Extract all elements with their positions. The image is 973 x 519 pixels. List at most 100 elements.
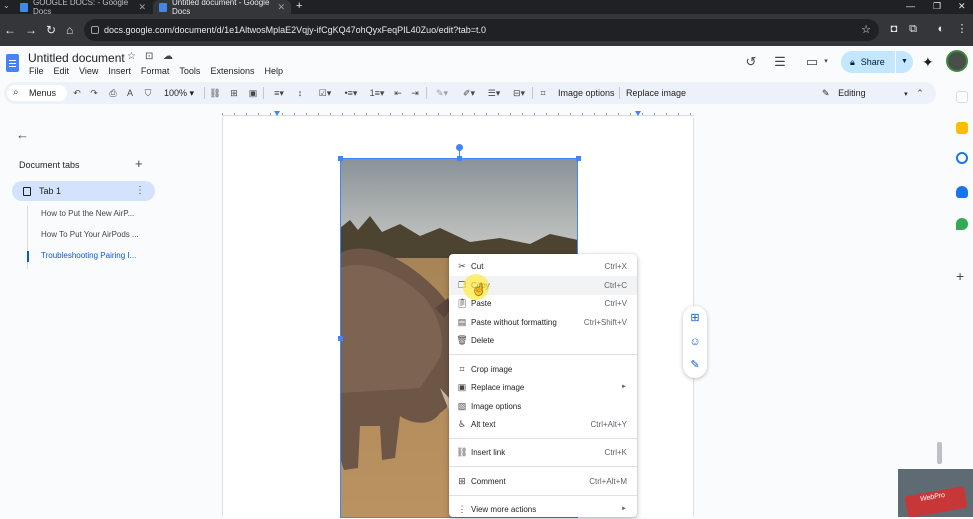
outline-item[interactable]: How To Put Your AirPods ... [41, 230, 139, 239]
menu-view[interactable]: View [78, 66, 99, 76]
browser-tab-1[interactable]: GOOGLE DOCS: - Google Docs ✕ [14, 0, 152, 16]
menu-item-image-options[interactable]: ▧ Image options [449, 397, 637, 416]
outline-item[interactable]: How to Put the New AirP... [41, 209, 134, 218]
resize-handle-nw[interactable] [338, 156, 343, 161]
resize-handle-ne[interactable] [576, 156, 581, 161]
spellcheck-icon[interactable]: A [124, 86, 136, 100]
print-icon[interactable]: ⎙ [107, 86, 119, 100]
border-dash-icon[interactable]: ⊟▾ [509, 86, 529, 100]
docs-logo-icon[interactable] [6, 54, 19, 72]
image-options-button[interactable]: Image options [558, 86, 615, 100]
bookmark-star-icon[interactable]: ☆ [861, 19, 871, 41]
paint-format-icon[interactable]: ⛉ [142, 86, 154, 100]
forward-icon[interactable]: → [25, 23, 37, 37]
browser-menu-icon[interactable]: ⋮ [955, 22, 969, 36]
gemini-sparkle-icon[interactable]: ✦ [922, 53, 934, 71]
resize-handle-w[interactable] [338, 336, 343, 341]
minimize-icon[interactable]: — [906, 0, 915, 13]
profile-icon[interactable]: ◐ [934, 22, 948, 36]
keep-icon[interactable] [956, 122, 968, 134]
get-add-ons-icon[interactable]: + [956, 268, 964, 284]
tab-item-tab-1[interactable]: Tab 1 ⋮ [12, 181, 155, 201]
menu-edit[interactable]: Edit [53, 66, 71, 76]
menu-format[interactable]: Format [140, 66, 171, 76]
add-comment-icon[interactable]: ⊞ [688, 311, 702, 325]
menu-item-delete[interactable]: 🗑︎ Delete [449, 331, 637, 350]
menu-item-paste-without-formatting[interactable]: ▤ Paste without formatting Ctrl+Shift+V [449, 313, 637, 332]
insert-link-icon[interactable]: ⛓ [209, 86, 221, 100]
tasks-icon[interactable] [956, 152, 968, 164]
move-folder-icon[interactable]: ⊡ [145, 51, 153, 62]
meet-dropdown-icon[interactable]: ▾ [817, 53, 835, 71]
ruler-tick [294, 113, 295, 115]
close-window-icon[interactable]: ✕ [958, 0, 966, 13]
share-button[interactable]: 🔒︎ Share ▼ [841, 51, 913, 73]
collapse-toolbar-icon[interactable]: ⌃ [914, 86, 926, 100]
back-icon[interactable]: ← [4, 23, 16, 37]
star-icon[interactable]: ☆ [127, 51, 136, 62]
camera-icon[interactable]: ◘ [887, 22, 901, 36]
accessibility-icon: ♿︎ [457, 419, 467, 429]
decrease-indent-icon[interactable]: ⇤ [392, 86, 404, 100]
tab-options-icon[interactable]: ⋮ [135, 181, 145, 201]
url-field[interactable]: docs.google.com/document/d/1e1AltwosMpla… [84, 19, 879, 41]
border-weight-icon[interactable]: ☰▾ [484, 86, 504, 100]
numbered-list-icon[interactable]: 1≡▾ [366, 86, 388, 100]
menu-tools[interactable]: Tools [178, 66, 201, 76]
document-title[interactable]: Untitled document [28, 51, 125, 65]
back-arrow-icon[interactable]: ← [16, 127, 29, 142]
contacts-icon[interactable] [956, 186, 968, 198]
site-info-icon[interactable] [91, 26, 99, 34]
menu-item-alt-text[interactable]: ♿︎ Alt text Ctrl+Alt+Y [449, 415, 637, 434]
checklist-icon[interactable]: ☑▾ [314, 86, 336, 100]
maps-icon[interactable] [956, 218, 968, 230]
menu-file[interactable]: File [28, 66, 45, 76]
menu-item-replace-image[interactable]: ▣ Replace image ► [449, 378, 637, 397]
add-tab-icon[interactable]: + [135, 156, 143, 171]
right-indent-marker[interactable] [635, 111, 641, 116]
scrollbar-thumb[interactable] [937, 442, 942, 464]
close-tab-icon[interactable]: ✕ [138, 2, 146, 13]
border-color-icon[interactable]: ✐▾ [460, 86, 478, 100]
suggest-edits-icon[interactable]: ✎ [688, 358, 702, 372]
insert-image-icon[interactable]: ▣ [247, 86, 259, 100]
menu-help[interactable]: Help [263, 66, 284, 76]
bulleted-list-icon[interactable]: •≡▾ [340, 86, 362, 100]
menu-item-view-more-actions[interactable]: ⋮ View more actions ► [449, 500, 637, 519]
new-tab-icon[interactable]: + [296, 0, 302, 13]
menu-item-insert-link[interactable]: ⛓ Insert link Ctrl+K [449, 443, 637, 462]
zoom-select[interactable]: 100% ▾ [161, 86, 197, 100]
extensions-icon[interactable]: ⧉ [906, 22, 920, 36]
avatar[interactable] [946, 50, 968, 72]
ruler-tick [270, 113, 271, 115]
outline-item[interactable]: Troubleshooting Pairing I... [41, 251, 136, 260]
tab-search-icon[interactable]: ⌄ [3, 1, 10, 10]
line-spacing-icon[interactable]: ↕ [292, 86, 308, 100]
increase-indent-icon[interactable]: ⇥ [409, 86, 421, 100]
menus-search[interactable]: ⌕ Menus [7, 85, 67, 101]
left-indent-marker[interactable] [274, 111, 280, 116]
rotation-handle[interactable] [456, 144, 463, 151]
replace-image-button[interactable]: Replace image [626, 86, 686, 100]
undo-icon[interactable]: ↶ [71, 86, 83, 100]
comments-icon[interactable]: ☰ [771, 53, 789, 71]
browser-tab-2[interactable]: Untitled document - Google Docs ✕ [153, 0, 291, 16]
add-emoji-reaction-icon[interactable]: ☺ [688, 335, 702, 349]
align-icon[interactable]: ≡▾ [269, 86, 289, 100]
close-tab-icon[interactable]: ✕ [277, 2, 285, 13]
menu-item-comment[interactable]: ⊞ Comment Ctrl+Alt+M [449, 472, 637, 491]
cloud-status-icon[interactable]: ☁ [163, 51, 173, 62]
crop-icon[interactable]: ⌗ [536, 86, 550, 100]
reload-icon[interactable]: ↻ [46, 23, 56, 37]
menu-extensions[interactable]: Extensions [209, 66, 255, 76]
restore-icon[interactable]: ❐ [933, 0, 941, 13]
home-icon[interactable]: ⌂ [66, 23, 73, 37]
menu-item-crop-image[interactable]: ⌗ Crop image [449, 360, 637, 379]
version-history-icon[interactable]: ↺ [742, 53, 760, 71]
redo-icon[interactable]: ↷ [88, 86, 100, 100]
add-comment-icon[interactable]: ⊞ [228, 86, 240, 100]
calendar-icon[interactable] [956, 91, 968, 103]
menu-insert[interactable]: Insert [107, 66, 132, 76]
editing-mode-select[interactable]: ✎ Editing ▾ [822, 85, 908, 101]
share-dropdown-icon[interactable]: ▼ [895, 51, 913, 73]
